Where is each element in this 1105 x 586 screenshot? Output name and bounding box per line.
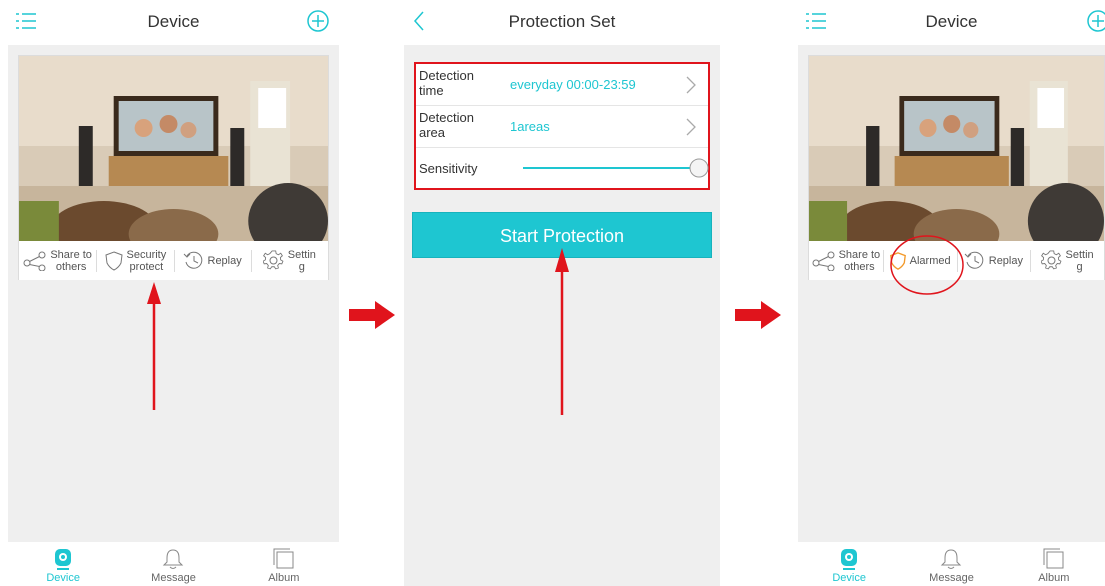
top-bar: Device (8, 0, 339, 45)
album-icon (273, 548, 294, 569)
detection-time-row[interactable]: Detection time everyday 00:00-23:59 (416, 64, 708, 106)
row-value: 1areas (510, 119, 550, 134)
action-label: Replay (207, 255, 242, 267)
tab-label: Album (268, 572, 300, 584)
page-title: Device (147, 12, 200, 31)
shield-icon (889, 252, 906, 270)
replay-icon (183, 251, 202, 269)
bell-icon (941, 549, 962, 569)
add-device-icon[interactable] (1086, 9, 1105, 33)
action-label: Share to others (838, 249, 881, 273)
replay-icon (964, 251, 984, 269)
camera-icon (841, 549, 858, 570)
shield-icon (104, 251, 123, 271)
tab-label: Device (46, 572, 80, 584)
row-value: everyday 00:00-23:59 (510, 77, 636, 92)
row-label: Detection time (419, 68, 474, 98)
tab-message[interactable]: Message (900, 542, 1002, 586)
top-bar: Device (798, 0, 1105, 45)
album-icon (1043, 548, 1064, 569)
page-title: Protection Set (508, 12, 616, 31)
tab-label: Message (151, 572, 196, 584)
protection-set-screen: Protection Set Detection time everyday 0… (404, 0, 720, 586)
replay-button[interactable]: Replay (173, 242, 251, 280)
share-to-others-button[interactable]: Share to others (19, 242, 96, 280)
device-card: Share to others Alarmed Replay Settin g (808, 55, 1105, 280)
sensitivity-slider[interactable] (521, 154, 711, 182)
action-label: Alarmed (909, 255, 951, 267)
action-label: Settin g (287, 249, 316, 273)
detection-area-row[interactable]: Detection area 1areas (416, 106, 708, 148)
row-label: Sensitivity (419, 161, 478, 176)
device-screen: Device Share to others Security protect … (8, 0, 339, 586)
bottom-tab-bar: Device Message Album (798, 542, 1105, 586)
share-icon (23, 251, 46, 271)
action-label: Replay (988, 255, 1023, 267)
share-to-others-button[interactable]: Share to others (809, 242, 883, 280)
chevron-right-icon (686, 118, 696, 136)
add-device-icon[interactable] (306, 9, 330, 33)
chevron-right-icon (686, 76, 696, 94)
tab-label: Device (832, 572, 866, 584)
replay-button[interactable]: Replay (956, 242, 1031, 280)
settings-icon (262, 250, 284, 270)
tab-device[interactable]: Device (798, 542, 900, 586)
action-label: Security protect (126, 249, 167, 273)
protection-settings-list: Detection time everyday 00:00-23:59 Dete… (414, 62, 710, 190)
tab-message[interactable]: Message (118, 542, 228, 586)
tab-album[interactable]: Album (229, 542, 339, 586)
settings-button[interactable]: Settin g (1030, 242, 1104, 280)
tab-device[interactable]: Device (8, 542, 118, 586)
camera-preview[interactable] (19, 56, 328, 241)
tab-label: Message (929, 572, 974, 584)
action-label: Settin g (1065, 249, 1094, 273)
top-bar: Protection Set (404, 0, 720, 45)
page-title: Device (925, 12, 978, 31)
settings-button[interactable]: Settin g (250, 242, 328, 280)
tab-album[interactable]: Album (1003, 542, 1105, 586)
camera-icon (55, 549, 72, 570)
device-card: Share to others Security protect Replay (18, 55, 329, 280)
device-screen-alarmed: Device Share to others Alarmed Replay Se… (798, 0, 1105, 586)
share-icon (812, 251, 835, 271)
action-label: Share to others (50, 249, 92, 273)
bell-icon (163, 549, 184, 569)
security-protect-button[interactable]: Security protect (96, 242, 173, 280)
device-action-bar: Share to others Alarmed Replay Settin g (809, 242, 1104, 280)
settings-icon (1040, 250, 1062, 270)
flow-arrow-icon (735, 301, 781, 329)
tab-label: Album (1038, 572, 1070, 584)
camera-preview[interactable] (809, 56, 1104, 241)
device-action-bar: Share to others Security protect Replay (19, 242, 328, 280)
bottom-tab-bar: Device Message Album (8, 542, 339, 586)
sensitivity-row: Sensitivity (416, 148, 711, 188)
row-label: Detection area (419, 110, 474, 140)
slider-knob[interactable] (689, 158, 709, 178)
flow-arrow-icon (349, 301, 395, 329)
start-protection-button[interactable]: Start Protection (412, 212, 712, 258)
alarmed-button[interactable]: Alarmed (882, 242, 957, 280)
